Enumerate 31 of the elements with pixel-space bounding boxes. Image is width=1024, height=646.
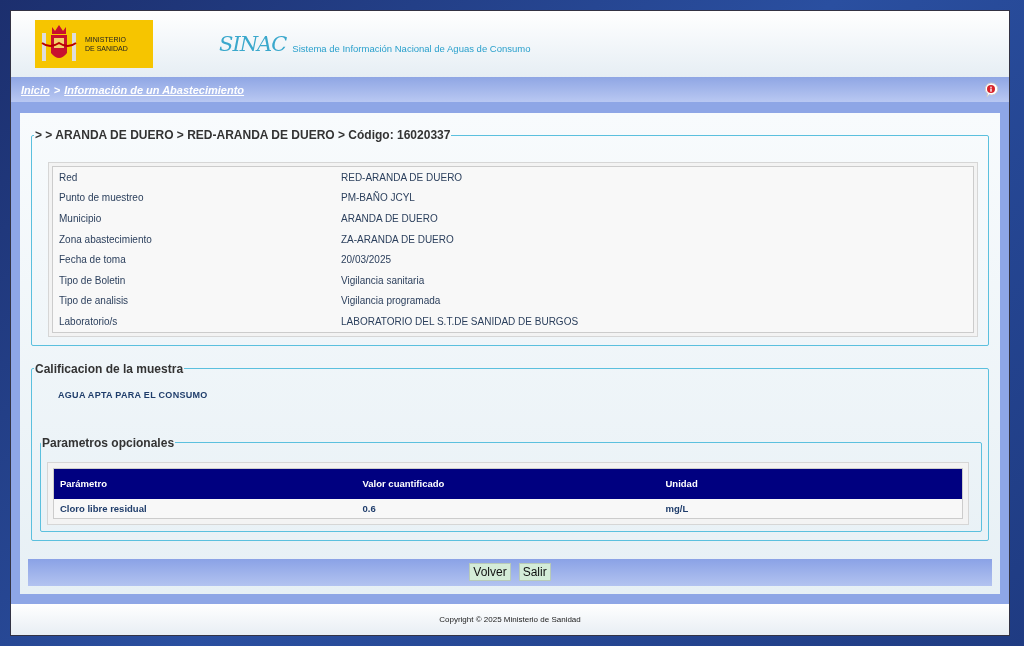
field-label: Municipio <box>52 208 335 229</box>
field-value: 20/03/2025 <box>335 249 974 270</box>
breadcrumb-separator: > <box>53 83 61 96</box>
table-cell: Cloro libre residual <box>53 498 357 519</box>
field-label: Zona abastecimiento <box>52 228 335 250</box>
field-value: ZA-ARANDA DE DUERO <box>335 228 974 250</box>
field-label: Laboratorio/s <box>52 311 335 333</box>
section-title: > > ARANDA DE DUERO > RED-ARANDA DE DUERO > Código: 16020337 <box>34 128 452 142</box>
column-header: Valor cuantificado <box>356 468 660 499</box>
info-icon[interactable] <box>983 81 999 98</box>
field-label: Tipo de analisis <box>52 290 335 312</box>
column-header: Unidad <box>659 468 963 499</box>
action-button[interactable]: Salir <box>518 563 551 582</box>
section-title: Calificacion de la muestra <box>34 361 185 376</box>
action-button[interactable]: Volver <box>469 563 511 582</box>
column-header: Parámetro <box>53 468 357 499</box>
field-value: LABORATORIO DEL S.T.DE SANIDAD DE BURGOS <box>335 311 974 333</box>
field-value: RED-ARANDA DE DUERO <box>335 166 974 188</box>
field-value: Vigilancia sanitaria <box>335 269 974 291</box>
copyright-text: Copyright © 2025 Ministerio de Sanidad <box>439 614 581 624</box>
field-value: Vigilancia programada <box>335 290 974 312</box>
field-label: Punto de muestreo <box>52 187 335 209</box>
field-label: Red <box>52 166 335 188</box>
field-value: ARANDA DE DUERO <box>335 208 974 229</box>
section-title: Parametros opcionales <box>41 435 176 450</box>
sample-result: AGUA APTA PARA EL CONSUMO <box>58 389 209 400</box>
site-subtitle: Sistema de Información Nacional de Aguas de Consumo <box>292 42 531 54</box>
field-label: Tipo de Boletin <box>52 269 335 291</box>
brand-title: SINAC <box>219 32 287 56</box>
field-label: Fecha de toma <box>52 249 335 270</box>
field-value: PM-BAÑO JCYL <box>335 187 974 209</box>
